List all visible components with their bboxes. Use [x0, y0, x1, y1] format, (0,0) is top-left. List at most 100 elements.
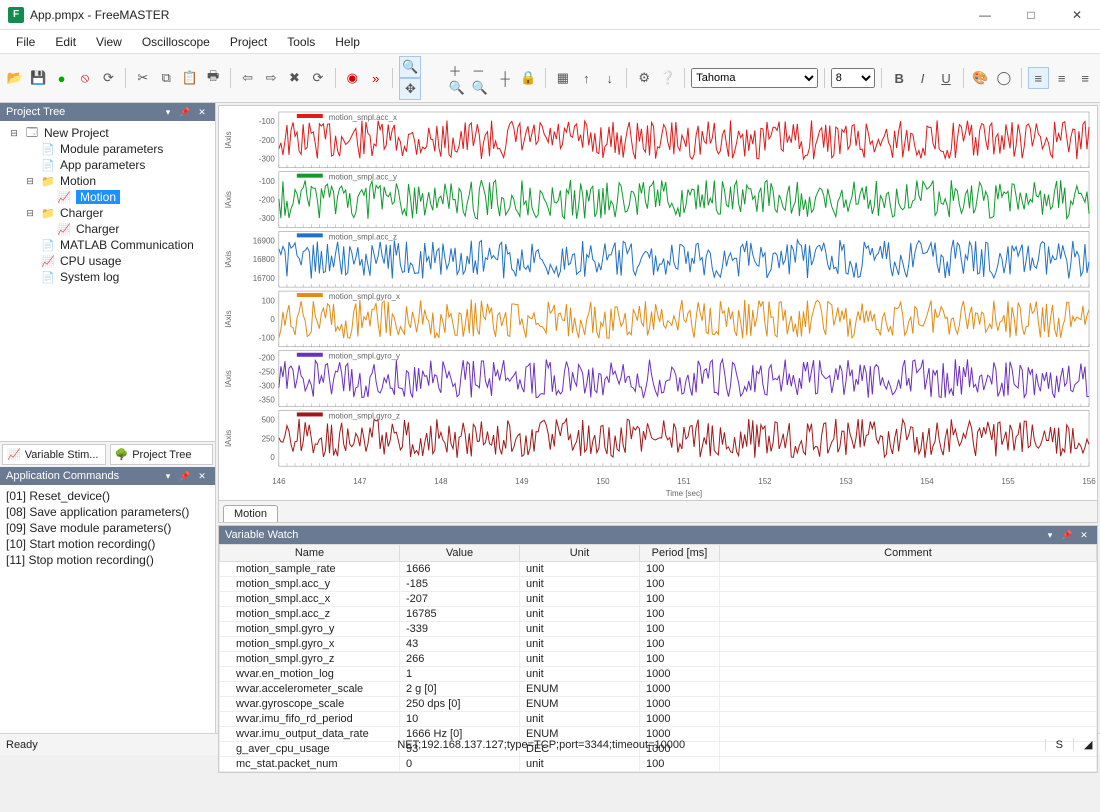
tree-item[interactable]: ⊟📁Charger — [22, 205, 211, 221]
toolbar-separator — [125, 68, 126, 88]
nav-stop-icon[interactable]: ✖ — [284, 67, 305, 89]
cell-comment — [720, 697, 1097, 712]
tab-project-tree[interactable]: 🌳Project Tree — [110, 444, 214, 465]
pan-tool-icon[interactable]: ✥ — [399, 78, 421, 100]
open-icon[interactable]: 📂 — [4, 67, 25, 89]
nav-refresh-icon[interactable]: ⟳ — [307, 67, 328, 89]
grid-icon[interactable]: ▦ — [552, 67, 573, 89]
column-header[interactable]: Period [ms] — [640, 545, 720, 562]
zoom-in-icon[interactable]: ＋🔍 — [447, 67, 468, 89]
table-row[interactable]: motion_smpl.gyro_y-339unit100 — [220, 622, 1097, 637]
table-row[interactable]: wvar.gyroscope_scale250 dps [0]ENUM1000 — [220, 697, 1097, 712]
copy-icon[interactable]: ⧉ — [156, 67, 177, 89]
column-header[interactable]: Name — [220, 545, 400, 562]
run-icon[interactable]: ● — [51, 67, 72, 89]
column-header[interactable]: Comment — [720, 545, 1097, 562]
refresh-icon[interactable]: ⟳ — [98, 67, 119, 89]
expand-icon[interactable]: ⊟ — [24, 208, 36, 219]
tree-item[interactable]: ⊟📁Motion — [22, 173, 211, 189]
close-icon[interactable]: ✕ — [1077, 528, 1091, 542]
align-right-icon[interactable]: ≡ — [1074, 67, 1095, 89]
tree-item[interactable]: 📄MATLAB Communication — [22, 237, 211, 253]
align-center-icon[interactable]: ≡ — [1051, 67, 1072, 89]
cursor-icon[interactable]: ┼ — [494, 67, 515, 89]
fast-forward-icon[interactable]: » — [365, 67, 386, 89]
print-icon[interactable]: 🖶 — [202, 67, 223, 89]
font-name-select[interactable]: Tahoma — [691, 68, 817, 88]
arrow-down-icon[interactable]: ↓ — [599, 67, 620, 89]
menu-file[interactable]: File — [6, 33, 45, 51]
oscilloscope-canvas[interactable]: lAxis-100-200-300motion_smpl.acc_xlAxis-… — [219, 106, 1097, 500]
close-icon[interactable]: ✕ — [195, 105, 209, 119]
pin-icon[interactable]: 📌 — [178, 105, 192, 119]
align-left-icon[interactable]: ≡ — [1028, 67, 1049, 89]
menu-tools[interactable]: Tools — [277, 33, 325, 51]
font-size-select[interactable]: 8 — [831, 68, 876, 88]
collapse-icon[interactable]: ⊟ — [8, 128, 20, 139]
tree-item[interactable]: 📈Charger — [38, 221, 211, 237]
app-command-item[interactable]: [08] Save application parameters() — [6, 504, 209, 520]
table-row[interactable]: motion_smpl.gyro_x43unit100 — [220, 637, 1097, 652]
tree-item[interactable]: 📈CPU usage — [22, 253, 211, 269]
underline-icon[interactable]: U — [935, 67, 956, 89]
app-command-item[interactable]: [09] Save module parameters() — [6, 520, 209, 536]
arrow-up-icon[interactable]: ↑ — [576, 67, 597, 89]
close-button[interactable]: ✕ — [1054, 0, 1100, 30]
color-picker-icon[interactable]: 🎨 — [970, 67, 991, 89]
zoom-out-icon[interactable]: －🔍 — [471, 67, 492, 89]
lock-icon[interactable]: 🔒 — [518, 67, 539, 89]
menu-help[interactable]: Help — [325, 33, 370, 51]
dropdown-icon[interactable]: ▾ — [161, 469, 175, 483]
save-icon[interactable]: 💾 — [27, 67, 48, 89]
app-commands-list[interactable]: [01] Reset_device()[08] Save application… — [0, 485, 215, 733]
cut-icon[interactable]: ✂ — [132, 67, 153, 89]
tree-root-item[interactable]: ⊟ 🗔 New Project — [6, 125, 211, 141]
expand-icon[interactable]: ⊟ — [24, 176, 36, 187]
tab-variable-stim[interactable]: 📈Variable Stim... — [2, 444, 106, 465]
pin-icon[interactable]: 📌 — [1060, 528, 1074, 542]
pin-icon[interactable]: 📌 — [178, 469, 192, 483]
minimize-button[interactable]: — — [962, 0, 1008, 30]
menu-oscilloscope[interactable]: Oscilloscope — [132, 33, 220, 51]
table-row[interactable]: motion_smpl.acc_x-207unit100 — [220, 592, 1097, 607]
table-row[interactable]: wvar.imu_fifo_rd_period10unit1000 — [220, 712, 1097, 727]
scope-tab-motion[interactable]: Motion — [223, 505, 278, 522]
dropdown-icon[interactable]: ▾ — [1043, 528, 1057, 542]
italic-icon[interactable]: I — [912, 67, 933, 89]
app-command-item[interactable]: [01] Reset_device() — [6, 488, 209, 504]
stop-icon[interactable]: ⦸ — [74, 67, 95, 89]
menu-edit[interactable]: Edit — [45, 33, 86, 51]
table-row[interactable]: wvar.en_motion_log1unit1000 — [220, 667, 1097, 682]
tree-item[interactable]: 📄System log — [22, 269, 211, 285]
table-row[interactable]: motion_sample_rate1666unit100 — [220, 562, 1097, 577]
nav-fwd-icon[interactable]: ⇨ — [260, 67, 281, 89]
menu-view[interactable]: View — [86, 33, 132, 51]
app-command-item[interactable]: [10] Start motion recording() — [6, 536, 209, 552]
menu-project[interactable]: Project — [220, 33, 277, 51]
app-command-item[interactable]: [11] Stop motion recording() — [6, 552, 209, 568]
table-row[interactable]: motion_smpl.gyro_z266unit100 — [220, 652, 1097, 667]
zoom-tool-icon[interactable]: 🔍 — [399, 56, 421, 78]
nav-back-icon[interactable]: ⇦ — [237, 67, 258, 89]
properties-icon[interactable]: ⚙ — [633, 67, 654, 89]
record-icon[interactable]: ◉ — [342, 67, 363, 89]
dropdown-icon[interactable]: ▾ — [161, 105, 175, 119]
table-row[interactable]: motion_smpl.acc_z16785unit100 — [220, 607, 1097, 622]
help-icon[interactable]: ❔ — [657, 67, 678, 89]
resize-grip-icon[interactable]: ◢ — [1073, 738, 1094, 751]
tree-item[interactable]: 📄Module parameters — [22, 141, 211, 157]
paste-icon[interactable]: 📋 — [179, 67, 200, 89]
tree-item[interactable]: 📄App parameters — [22, 157, 211, 173]
table-row[interactable]: wvar.accelerometer_scale2 g [0]ENUM1000 — [220, 682, 1097, 697]
maximize-button[interactable]: □ — [1008, 0, 1054, 30]
table-row[interactable]: motion_smpl.acc_y-185unit100 — [220, 577, 1097, 592]
close-icon[interactable]: ✕ — [195, 469, 209, 483]
tree-item[interactable]: 📈Motion — [38, 189, 211, 205]
project-tree[interactable]: ⊟ 🗔 New Project 📄Module parameters📄App p… — [0, 121, 215, 441]
table-row[interactable]: mc_stat.packet_num0unit100 — [220, 757, 1097, 772]
fill-color-icon[interactable]: ◯ — [993, 67, 1014, 89]
page-icon: 📄 — [40, 158, 56, 172]
bold-icon[interactable]: B — [888, 67, 909, 89]
column-header[interactable]: Unit — [520, 545, 640, 562]
column-header[interactable]: Value — [400, 545, 520, 562]
